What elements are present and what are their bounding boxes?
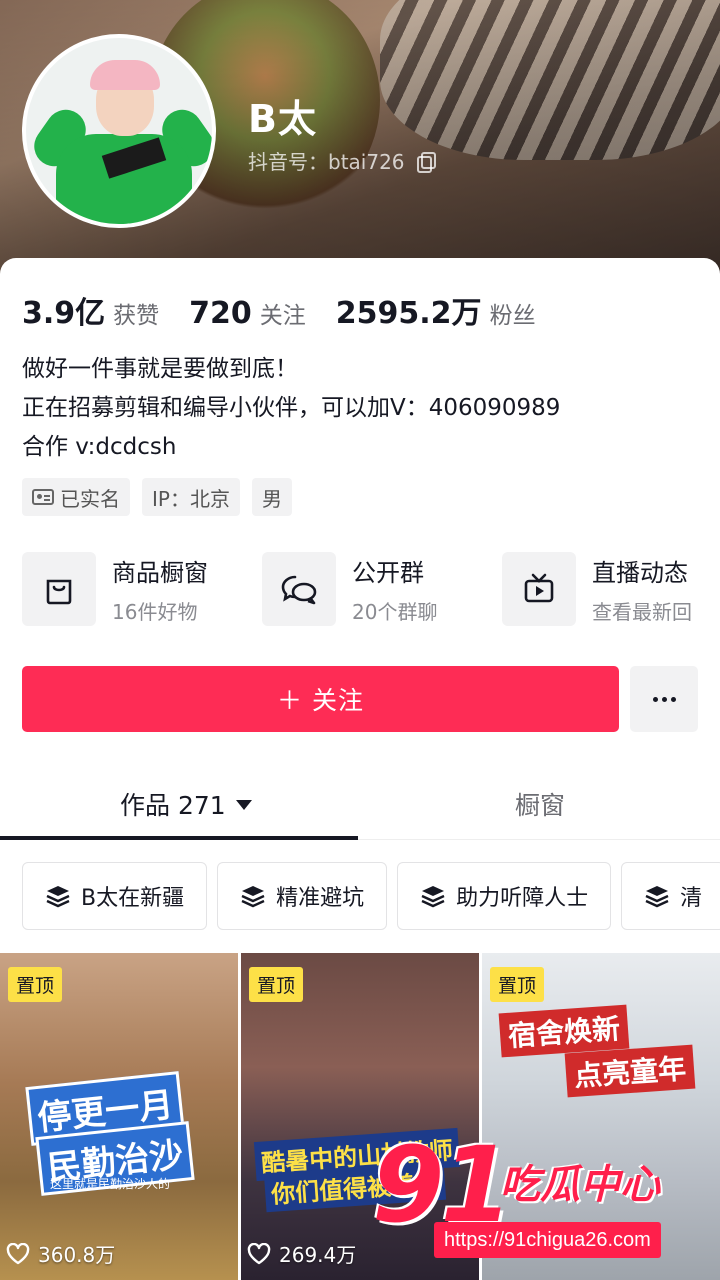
feature-title: 商品橱窗 <box>112 559 208 587</box>
collection-chip[interactable]: B太在新疆 <box>22 862 208 930</box>
pinned-badge: 置顶 <box>249 967 304 1002</box>
layers-icon <box>241 886 265 908</box>
more-dot-icon <box>652 696 658 702</box>
pinned-badge: 置顶 <box>490 967 545 1002</box>
profile-sheet: 3.9亿 获赞 720 关注 2595.2万 粉丝 做好一件事就是要做到底！ 正… <box>0 258 720 1280</box>
tag-gender: 男 <box>251 478 292 516</box>
heart-icon <box>247 1242 271 1264</box>
collection-chip-label: 助力听障人士 <box>456 886 589 911</box>
shopping-bag-icon <box>22 552 96 626</box>
follow-button[interactable]: ＋ 关注 <box>22 666 619 732</box>
collection-chip[interactable]: 助力听障人士 <box>397 862 612 930</box>
heart-icon <box>6 1242 30 1264</box>
bio-line: 做好一件事就是要做到底！ <box>22 356 298 382</box>
more-dot-icon <box>670 696 676 702</box>
tab-works[interactable]: 作品 271 <box>120 786 252 822</box>
tag-ip: IP：北京 <box>142 478 240 516</box>
active-tab-indicator <box>0 836 358 840</box>
caret-down-icon <box>235 800 252 810</box>
feature-sub: 20个群聊 <box>352 600 438 624</box>
profile-name: B太 <box>248 97 317 141</box>
layers-icon <box>46 886 70 908</box>
video-card[interactable]: 置顶 停更一月 民勤治沙 这里就是民勤治沙人的 360.8万 <box>0 953 238 1280</box>
feature-sub: 16件好物 <box>112 600 198 624</box>
feature-public-group[interactable]: 公开群 20个群聊 <box>262 552 502 626</box>
like-count-value: 269.4万 <box>279 1243 357 1267</box>
collection-chip-label: 精准避坑 <box>276 886 365 911</box>
stat-followers-value: 2595.2万 <box>335 296 482 331</box>
stats-row: 3.9亿 获赞 720 关注 2595.2万 粉丝 <box>22 288 566 332</box>
content-tabs: 作品 271 橱窗 <box>0 764 720 840</box>
feature-title: 公开群 <box>352 559 424 587</box>
chat-bubbles-icon <box>262 552 336 626</box>
more-options-button[interactable] <box>630 666 698 732</box>
more-dot-icon <box>661 696 667 702</box>
layers-icon <box>421 886 445 908</box>
collection-chips: B太在新疆 精准避坑 助力听障人士 清 <box>22 862 720 930</box>
like-count: 269.4万 <box>247 1239 356 1268</box>
profile-tags: 已实名 IP：北京 男 <box>22 478 292 516</box>
site-watermark: 91 吃瓜中心 https://91chigua26.com <box>372 1130 712 1270</box>
feature-shop-window[interactable]: 商品橱窗 16件好物 <box>22 552 262 626</box>
stat-following-value: 720 <box>189 296 252 331</box>
stat-likes-value: 3.9亿 <box>22 296 106 331</box>
tv-icon <box>502 552 576 626</box>
profile-banner: B太 抖音号：btai726 <box>0 0 720 290</box>
stat-followers-label: 粉丝 <box>489 303 536 329</box>
like-count-value: 360.8万 <box>38 1243 116 1267</box>
collection-chip-label: 清 <box>680 886 703 911</box>
stat-following-label: 关注 <box>259 303 306 329</box>
feature-live-updates[interactable]: 直播动态 查看最新回 <box>502 552 720 626</box>
watermark-url: https://91chigua26.com <box>434 1222 661 1258</box>
stat-followers[interactable]: 2595.2万 粉丝 <box>336 288 536 332</box>
avatar[interactable] <box>22 34 216 228</box>
like-count: 360.8万 <box>6 1239 115 1268</box>
feature-sub: 查看最新回 <box>592 600 692 624</box>
tag-verified-label: 已实名 <box>60 486 120 511</box>
bio: 做好一件事就是要做到底！ 正在招募剪辑和编导小伙伴，可以加V：406090989… <box>22 350 560 467</box>
bio-line: 正在招募剪辑和编导小伙伴，可以加V：406090989 <box>22 395 561 421</box>
watermark-text: 吃瓜中心 <box>500 1162 660 1208</box>
tab-shop-window[interactable]: 橱窗 <box>515 786 565 822</box>
layers-icon <box>645 886 669 908</box>
feature-title: 直播动态 <box>592 559 688 587</box>
collection-chip[interactable]: 清 <box>621 862 720 930</box>
stat-likes-label: 获赞 <box>113 303 160 329</box>
douyin-id-text: 抖音号：btai726 <box>248 150 405 174</box>
id-card-icon <box>32 489 54 505</box>
feature-row: 商品橱窗 16件好物 公开群 20个群聊 直播动态 查看最新回 <box>22 552 720 626</box>
stat-following[interactable]: 720 关注 <box>189 296 306 331</box>
collection-chip-label: B太在新疆 <box>81 886 185 911</box>
pinned-badge: 置顶 <box>8 967 63 1002</box>
cover-caption: 这里就是民勤治沙人的 <box>50 1177 171 1191</box>
copy-icon[interactable] <box>416 151 436 173</box>
stat-likes[interactable]: 3.9亿 获赞 <box>22 288 159 332</box>
douyin-id[interactable]: 抖音号：btai726 <box>248 146 436 175</box>
cover-title: 点亮童年 <box>564 1044 696 1098</box>
tab-works-label: 作品 271 <box>120 791 226 820</box>
bio-line: 合作 v:dcdcsh <box>22 434 177 460</box>
tag-verified: 已实名 <box>22 478 130 516</box>
collection-chip[interactable]: 精准避坑 <box>217 862 388 930</box>
